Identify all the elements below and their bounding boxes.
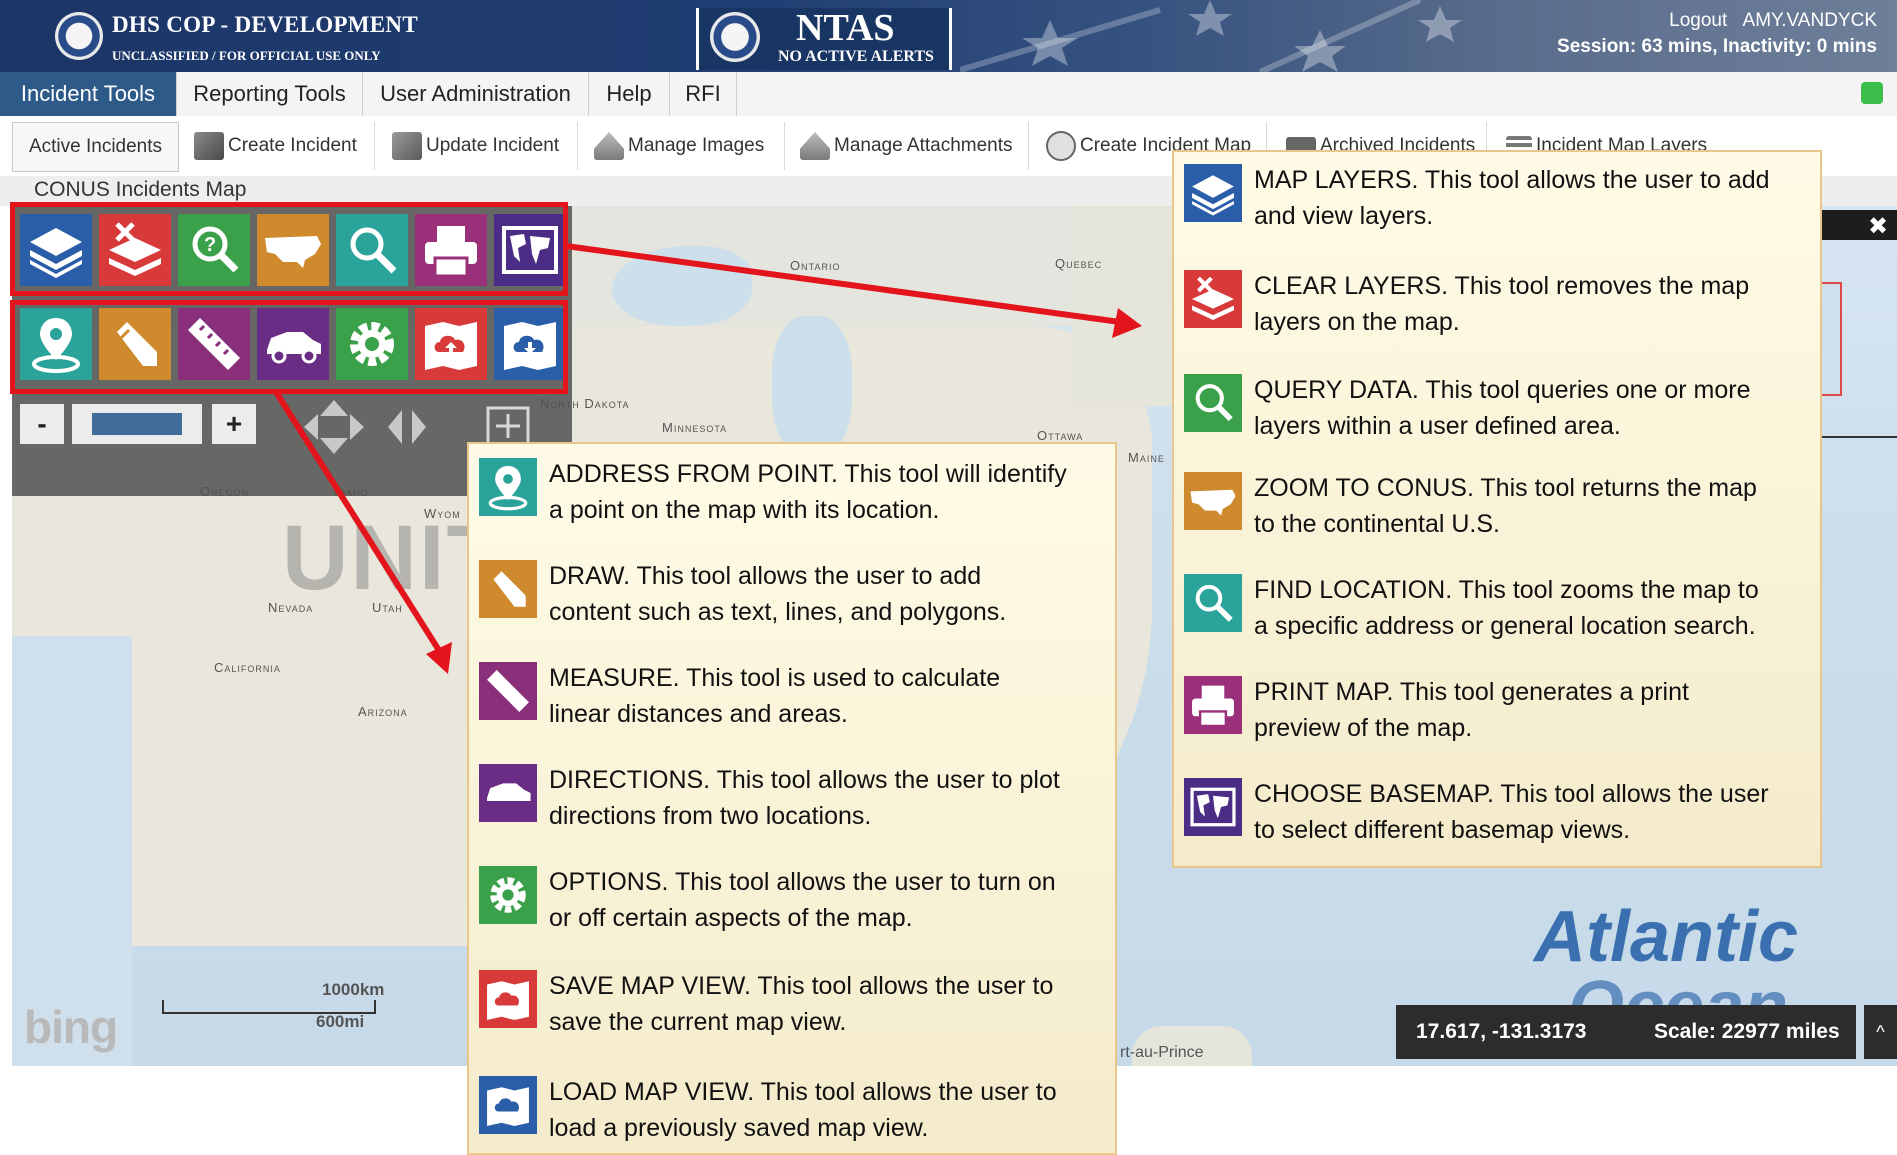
ruler-icon [479,662,537,720]
callout-line-1: LOAD MAP VIEW. This tool allows the user… [549,1078,1057,1106]
callout-item-save-map-view: SAVE MAP VIEW. This tool allows the user… [479,968,1109,1048]
usa-map-icon [1184,472,1242,530]
callout-line-2: layers within a user defined area. [1254,412,1621,440]
callout-item-options: OPTIONS. This tool allows the user to tu… [479,864,1109,944]
callout-line-1: QUERY DATA. This tool queries one or mor… [1254,376,1751,404]
callout-item-map-layers: MAP LAYERS. This tool allows the user to… [1184,162,1814,242]
callout-line-2: and view layers. [1254,202,1434,230]
callout-line-1: MAP LAYERS. This tool allows the user to… [1254,166,1770,194]
callout-line-2: load a previously saved map view. [549,1114,929,1142]
callout-line-1: DRAW. This tool allows the user to add [549,562,982,590]
callout-item-print-map: PRINT MAP. This tool generates a print pr… [1184,674,1814,754]
callout-line-1: PRINT MAP. This tool generates a print [1254,678,1689,706]
callout-item-find-location: FIND LOCATION. This tool zooms the map t… [1184,572,1814,652]
callout-item-draw: DRAW. This tool allows the user to add co… [479,558,1109,638]
map-pin-icon [479,458,537,516]
callout-line-1: CLEAR LAYERS. This tool removes the map [1254,272,1750,300]
callout-item-zoom-to-conus: ZOOM TO CONUS. This tool returns the map… [1184,470,1814,550]
callout-panel-top-tools: MAP LAYERS. This tool allows the user to… [1172,150,1822,868]
arrow-line-top [565,243,1121,325]
callout-panel-bottom-tools: ADDRESS FROM POINT. This tool will ident… [467,442,1117,1155]
callout-item-address-from-point: ADDRESS FROM POINT. This tool will ident… [479,456,1109,536]
callout-item-choose-basemap: CHOOSE BASEMAP. This tool allows the use… [1184,776,1814,856]
callout-line-2: content such as text, lines, and polygon… [549,598,1007,626]
callout-item-query-data: QUERY DATA. This tool queries one or mor… [1184,372,1814,452]
layers-icon [1184,164,1242,222]
callout-line-2: linear distances and areas. [549,700,848,728]
callout-line-2: a specific address or general location s… [1254,612,1756,640]
callout-line-2: layers on the map. [1254,308,1460,336]
callout-line-2: or off certain aspects of the map. [549,904,913,932]
callout-line-1: DIRECTIONS. This tool allows the user to… [549,766,1060,794]
pencil-icon [479,560,537,618]
callout-line-2: preview of the map. [1254,714,1473,742]
gear-icon [479,866,537,924]
cloud-upload-icon [479,970,537,1028]
callout-item-directions: DIRECTIONS. This tool allows the user to… [479,762,1109,842]
callout-line-2: directions from two locations. [549,802,872,830]
arrow-head-top [1112,308,1142,338]
callout-line-2: to select different basemap views. [1254,816,1631,844]
callout-line-1: SAVE MAP VIEW. This tool allows the user… [549,972,1054,1000]
clear-layers-icon [1184,270,1242,328]
cloud-download-icon [479,1076,537,1134]
arrow-line-bottom [273,390,443,654]
callout-line-2: save the current map view. [549,1008,847,1036]
world-map-icon [1184,778,1242,836]
callout-line-1: ADDRESS FROM POINT. This tool will ident… [549,460,1067,488]
callout-line-2: to the continental U.S. [1254,510,1500,538]
search-icon [1184,574,1242,632]
callout-line-1: MEASURE. This tool is used to calculate [549,664,1001,692]
callout-item-measure: MEASURE. This tool is used to calculate l… [479,660,1109,740]
callout-item-load-map-view: LOAD MAP VIEW. This tool allows the user… [479,1074,1109,1154]
query-icon [1184,374,1242,432]
callout-line-2: a point on the map with its location. [549,496,940,524]
callout-line-1: FIND LOCATION. This tool zooms the map t… [1254,576,1759,604]
callout-line-1: ZOOM TO CONUS. This tool returns the map [1254,474,1757,502]
callout-item-clear-layers: CLEAR LAYERS. This tool removes the map l… [1184,268,1814,348]
callout-line-1: CHOOSE BASEMAP. This tool allows the use… [1254,780,1769,808]
printer-icon [1184,676,1242,734]
callout-line-1: OPTIONS. This tool allows the user to tu… [549,868,1056,896]
car-icon [479,764,537,822]
